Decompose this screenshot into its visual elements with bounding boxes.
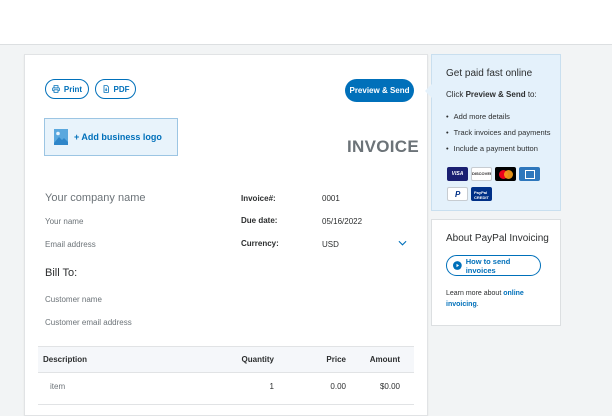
due-date-label: Due date:	[241, 216, 278, 225]
learn-more-prefix: Learn more about	[446, 290, 504, 297]
play-circle-icon	[453, 261, 462, 270]
how-to-send-invoices-button[interactable]: How to send invoices	[446, 255, 541, 276]
invoice-number-field[interactable]: 0001	[322, 194, 340, 203]
payment-card-logos: VISA DISCOVER P PayPal CREDIT	[447, 167, 557, 207]
list-item: Track invoices and payments	[446, 128, 551, 137]
top-header-bar	[0, 0, 612, 45]
pdf-download-icon	[103, 85, 109, 93]
item-description-field[interactable]: item	[50, 382, 65, 391]
promo-pointer-arrow	[425, 84, 432, 98]
print-button-label: Print	[63, 84, 83, 94]
chevron-down-icon[interactable]	[398, 240, 407, 246]
promo-bullet-list: Add more details Track invoices and paym…	[446, 112, 551, 160]
promo-title: Get paid fast online	[446, 68, 533, 79]
list-item: Add more details	[446, 112, 551, 121]
mastercard-icon	[495, 167, 516, 181]
promo-subtitle-prefix: Click	[446, 90, 466, 99]
promo-subtitle: Click Preview & Send to:	[446, 90, 537, 99]
currency-label: Currency:	[241, 239, 279, 248]
due-date-field[interactable]: 05/16/2022	[322, 217, 362, 226]
customer-name-field[interactable]: Customer name	[45, 295, 102, 304]
your-name-field[interactable]: Your name	[45, 217, 83, 226]
about-title: About PayPal Invoicing	[446, 233, 549, 244]
about-paypal-invoicing-panel: About PayPal Invoicing How to send invoi…	[431, 219, 561, 326]
column-header-quantity: Quantity	[241, 355, 274, 364]
discover-icon: DISCOVER	[471, 167, 492, 181]
invoice-card: Print PDF Preview & Send + Add business …	[24, 54, 428, 416]
promo-subtitle-suffix: to:	[525, 90, 537, 99]
column-header-amount: Amount	[369, 355, 400, 364]
column-header-price: Price	[326, 355, 346, 364]
pdf-button-label: PDF	[113, 84, 130, 94]
get-paid-promo-panel: Get paid fast online Click Preview & Sen…	[425, 54, 561, 211]
item-amount-value: $0.00	[379, 382, 400, 391]
learn-more-text: Learn more about online invoicing.	[446, 288, 556, 310]
paypal-credit-icon: PayPal CREDIT	[471, 187, 492, 201]
visa-icon: VISA	[447, 167, 468, 181]
preview-send-button[interactable]: Preview & Send	[345, 79, 414, 102]
item-quantity-field[interactable]: 1	[270, 382, 274, 391]
promo-subtitle-bold: Preview & Send	[465, 90, 526, 99]
customer-email-field[interactable]: Customer email address	[45, 318, 132, 327]
item-price-field[interactable]: 0.00	[330, 382, 346, 391]
invoice-number-label: Invoice#:	[241, 194, 276, 203]
currency-select[interactable]: USD	[322, 240, 339, 249]
list-item: Include a payment button	[446, 144, 551, 153]
email-address-field[interactable]: Email address	[45, 240, 96, 249]
table-row: item 1 0.00 $0.00	[38, 372, 414, 405]
pdf-button[interactable]: PDF	[95, 79, 136, 99]
invoice-title: INVOICE	[347, 137, 420, 156]
printer-icon	[52, 85, 60, 93]
bill-to-heading: Bill To:	[45, 267, 78, 279]
image-placeholder-icon	[54, 129, 68, 145]
items-table-header: Description Quantity Price Amount	[38, 346, 414, 373]
print-button[interactable]: Print	[45, 79, 89, 99]
paypal-icon: P	[447, 187, 468, 201]
amex-icon	[519, 167, 540, 181]
how-to-send-invoices-label: How to send invoices	[465, 256, 511, 275]
add-business-logo-label: + Add business logo	[74, 132, 162, 142]
add-business-logo-button[interactable]: + Add business logo	[44, 118, 178, 156]
column-header-description: Description	[43, 355, 88, 364]
learn-more-suffix: .	[476, 301, 479, 308]
company-name-field[interactable]: Your company name	[45, 192, 146, 204]
